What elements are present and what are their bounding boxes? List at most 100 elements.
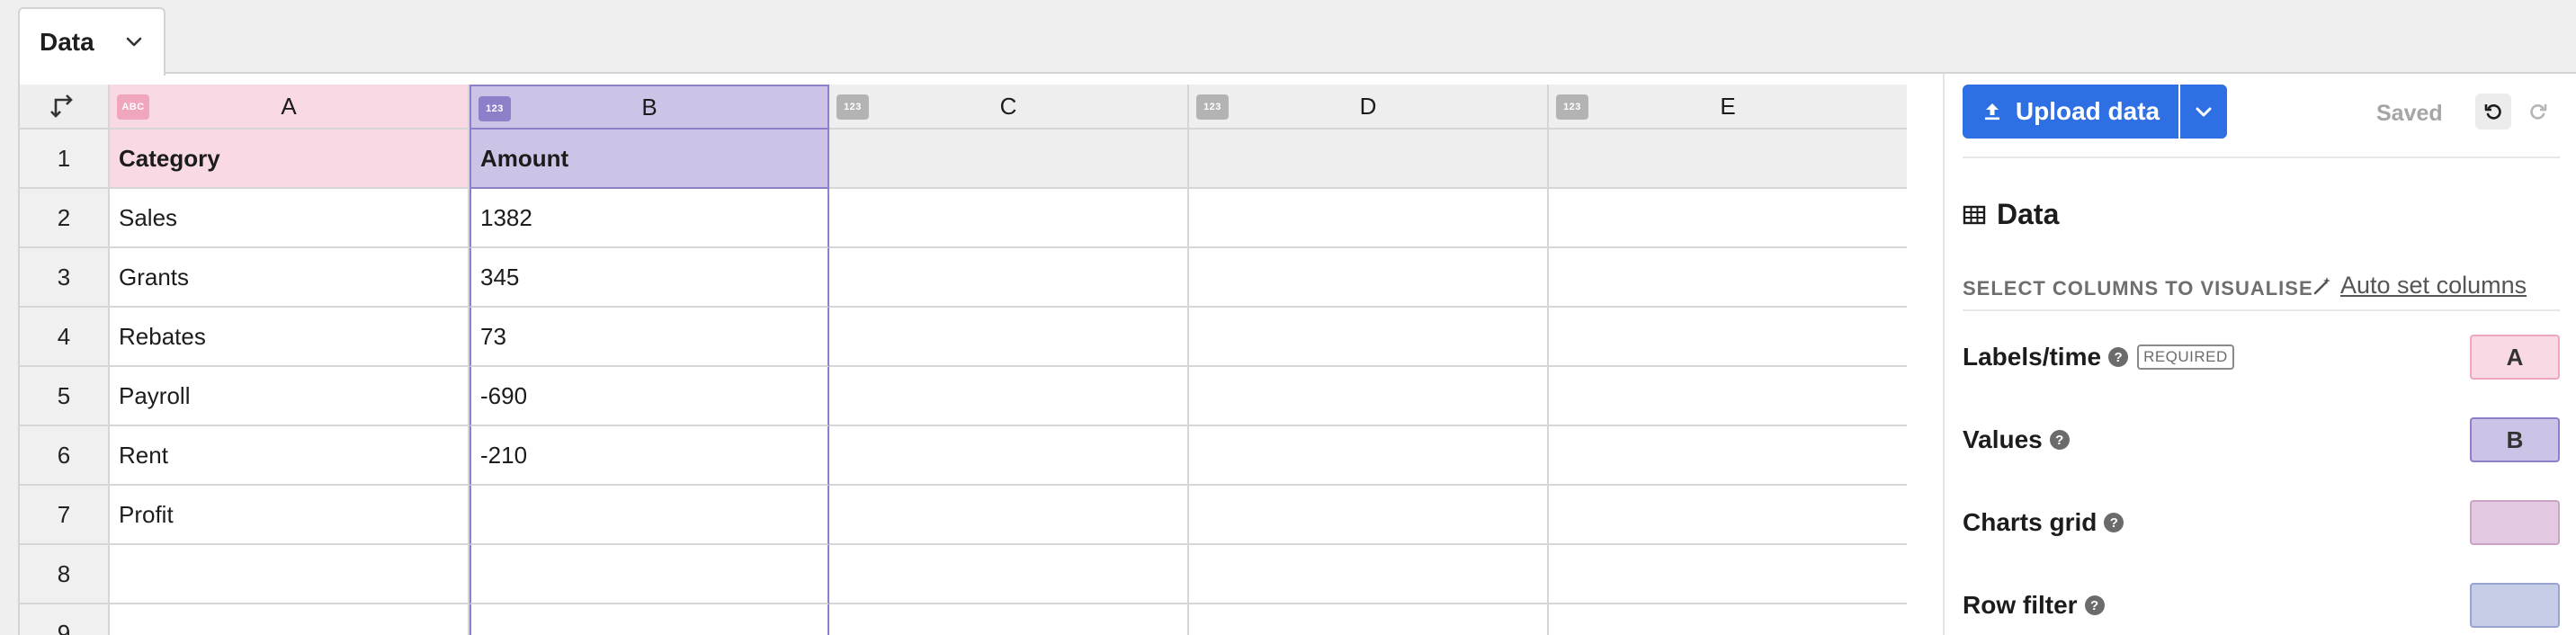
table-cell[interactable]: Profit [110,486,470,545]
transpose-corner-button[interactable] [20,85,110,130]
data-tab[interactable]: Data [18,7,165,76]
text-type-badge[interactable]: ABC [117,94,149,120]
table-cell[interactable] [1549,367,1907,426]
table-cell[interactable] [1549,604,1907,635]
select-columns-label: SELECT COLUMNS TO VISUALISE [1963,277,2313,300]
table-cell[interactable]: Payroll [110,367,470,426]
table-cell[interactable]: Rent [110,426,470,486]
table-cell[interactable] [829,130,1189,189]
table-cell[interactable]: Category [110,130,470,189]
column-select-charts-grid[interactable] [2470,500,2560,545]
number-type-badge[interactable]: 123 [479,96,511,121]
table-row: 8 [20,545,1907,604]
number-type-badge[interactable]: 123 [1196,94,1229,120]
upload-icon [1984,103,1999,121]
table-cell[interactable] [829,426,1189,486]
auto-set-columns-link[interactable]: Auto set columns [2312,272,2527,300]
redo-button[interactable] [2520,94,2556,130]
table-cell[interactable] [829,248,1189,308]
table-cell[interactable] [470,545,829,604]
row-number[interactable]: 5 [20,367,110,426]
table-cell[interactable]: 73 [470,308,829,367]
table-cell[interactable] [1549,308,1907,367]
binding-values: Values ? B [1963,417,2560,462]
column-letter: B [641,93,657,121]
undo-button[interactable] [2475,94,2511,130]
column-header-c[interactable]: 123 C [829,85,1189,130]
upload-button-group: Upload data [1963,85,2227,139]
table-cell[interactable] [829,486,1189,545]
table-cell[interactable]: Sales [110,189,470,248]
table-cell[interactable] [1189,545,1549,604]
table-cell[interactable] [1189,189,1549,248]
table-cell[interactable] [110,604,470,635]
table-cell[interactable]: Rebates [110,308,470,367]
table-cell[interactable] [1549,189,1907,248]
data-heading-text: Data [1997,198,2060,230]
column-select-row-filter[interactable] [2470,583,2560,628]
row-number[interactable]: 2 [20,189,110,248]
help-icon[interactable]: ? [2104,513,2124,532]
binding-charts-grid: Charts grid ? [1963,500,2560,545]
row-number[interactable]: 8 [20,545,110,604]
row-number[interactable]: 3 [20,248,110,308]
table-cell[interactable]: -690 [470,367,829,426]
table-cell[interactable] [1549,130,1907,189]
binding-row-filter: Row filter ? [1963,583,2560,628]
column-select-labels[interactable]: A [2470,335,2560,380]
table-cell[interactable] [1549,486,1907,545]
table-cell[interactable]: Grants [110,248,470,308]
table-cell[interactable] [1189,130,1549,189]
number-type-badge[interactable]: 123 [1556,94,1588,120]
help-icon[interactable]: ? [2108,347,2129,367]
table-cell[interactable] [470,604,829,635]
upload-data-button[interactable]: Upload data [1963,85,2178,139]
binding-labels-time: Labels/time ? REQUIRED A [1963,335,2560,380]
table-icon [1963,205,1986,224]
table-cell[interactable] [829,367,1189,426]
chevron-down-icon[interactable] [123,31,145,53]
binding-label: Charts grid [1963,508,2097,536]
row-number[interactable]: 4 [20,308,110,367]
column-header-row: ABC A 123 B 123 C 123 D 123 E [20,85,1907,130]
row-number[interactable]: 7 [20,486,110,545]
row-number[interactable]: 1 [20,130,110,189]
help-icon[interactable]: ? [2084,595,2105,615]
table-cell[interactable]: Amount [470,130,829,189]
table-cell[interactable]: 345 [470,248,829,308]
table-cell[interactable] [1549,248,1907,308]
table-cell[interactable] [1189,308,1549,367]
row-number[interactable]: 6 [20,426,110,486]
table-row: 5 Payroll -690 [20,367,1907,426]
table-cell[interactable] [470,486,829,545]
table-cell[interactable] [1549,426,1907,486]
column-header-b[interactable]: 123 B [470,85,829,130]
table-cell[interactable] [110,545,470,604]
binding-label: Labels/time [1963,343,2102,371]
table-cell[interactable] [1189,604,1549,635]
auto-set-columns-label: Auto set columns [2340,272,2527,299]
column-header-d[interactable]: 123 D [1189,85,1549,130]
upload-options-button[interactable] [2178,85,2227,139]
table-cell[interactable] [1549,545,1907,604]
column-select-values[interactable]: B [2470,417,2560,462]
column-header-e[interactable]: 123 E [1549,85,1907,130]
table-cell[interactable] [829,604,1189,635]
row-number[interactable]: 9 [20,604,110,635]
help-icon[interactable]: ? [2049,430,2070,450]
table-cell[interactable] [1189,248,1549,308]
table-cell[interactable]: 1382 [470,189,829,248]
table-cell[interactable] [829,545,1189,604]
table-row: 3 Grants 345 [20,248,1907,308]
table-cell[interactable] [829,189,1189,248]
column-letter: A [281,92,297,120]
table-cell[interactable] [829,308,1189,367]
table-row: 4 Rebates 73 [20,308,1907,367]
table-cell[interactable] [1189,367,1549,426]
table-row: 6 Rent -210 [20,426,1907,486]
column-header-a[interactable]: ABC A [110,85,470,130]
table-cell[interactable]: -210 [470,426,829,486]
table-cell[interactable] [1189,426,1549,486]
number-type-badge[interactable]: 123 [836,94,869,120]
table-cell[interactable] [1189,486,1549,545]
